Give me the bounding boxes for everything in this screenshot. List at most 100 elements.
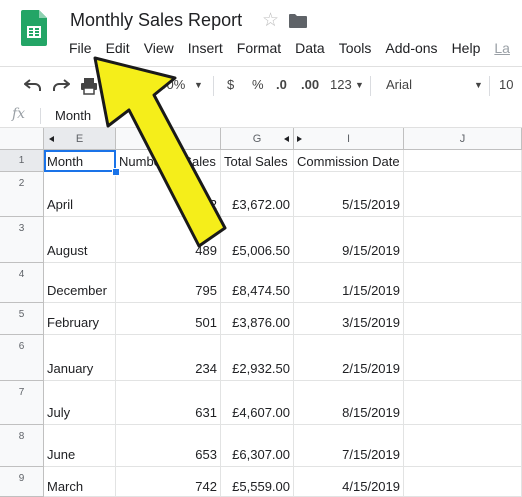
cell-i2[interactable]: 5/15/2019	[294, 172, 404, 217]
star-icon[interactable]: ☆	[262, 9, 279, 32]
document-title[interactable]: Monthly Sales Report	[70, 10, 242, 31]
cell-f8[interactable]: 653	[116, 425, 221, 467]
column-header-i[interactable]: I	[294, 128, 404, 150]
zoom-select[interactable]: 100%	[152, 67, 185, 105]
row-header-8[interactable]: 8	[0, 425, 44, 467]
formula-input[interactable]: Month	[55, 108, 91, 123]
more-formats-button[interactable]: 123	[330, 67, 352, 105]
column-header-j[interactable]: J	[404, 128, 522, 150]
column-header-f[interactable]: F	[116, 128, 221, 150]
cell-f3[interactable]: 489	[116, 217, 221, 263]
column-header-e[interactable]: E	[44, 128, 116, 150]
cell-j1[interactable]	[404, 150, 522, 172]
cell-i8[interactable]: 7/15/2019	[294, 425, 404, 467]
cell-e3[interactable]: August	[44, 217, 116, 263]
font-size-select[interactable]: 10	[499, 67, 513, 105]
select-all-corner[interactable]	[0, 128, 44, 150]
fx-icon: fx	[12, 106, 26, 122]
row-header-4[interactable]: 4	[0, 263, 44, 303]
toolbar: 100% ▼ $ % .0 .00 123 ▼ Arial ▼ 10	[0, 66, 522, 106]
cell-j2[interactable]	[404, 172, 522, 217]
cell-g4[interactable]: £8,474.50	[221, 263, 294, 303]
increase-decimals-button[interactable]: .00	[301, 67, 319, 105]
cell-f4[interactable]: 795	[116, 263, 221, 303]
undo-icon[interactable]	[24, 77, 42, 93]
more-formats-chevron-icon[interactable]: ▼	[355, 67, 364, 105]
font-chevron-icon[interactable]: ▼	[474, 67, 483, 105]
cell-g2[interactable]: £3,672.00	[221, 172, 294, 217]
cell-e4[interactable]: December	[44, 263, 116, 303]
menu-addons[interactable]: Add-ons	[378, 38, 444, 58]
font-select[interactable]: Arial	[386, 67, 412, 105]
currency-format-button[interactable]: $	[227, 67, 234, 105]
cell-e7[interactable]: July	[44, 381, 116, 425]
zoom-chevron-icon[interactable]: ▼	[194, 67, 203, 105]
cell-g7[interactable]: £4,607.00	[221, 381, 294, 425]
cell-g6[interactable]: £2,932.50	[221, 335, 294, 381]
cell-j3[interactable]	[404, 217, 522, 263]
decrease-decimals-button[interactable]: .0	[276, 67, 287, 105]
cell-j7[interactable]	[404, 381, 522, 425]
sheets-logo-icon[interactable]	[21, 10, 47, 46]
toolbar-divider	[370, 76, 371, 96]
folder-icon[interactable]	[289, 14, 307, 28]
toolbar-divider	[213, 76, 214, 96]
menu-file[interactable]: File	[62, 38, 99, 58]
cell-j9[interactable]	[404, 467, 522, 497]
row-header-1[interactable]: 1	[0, 150, 44, 172]
row-header-7[interactable]: 7	[0, 381, 44, 425]
menu-view[interactable]: View	[137, 38, 181, 58]
redo-icon[interactable]	[52, 77, 70, 93]
percent-format-button[interactable]: %	[252, 67, 264, 105]
cell-i4[interactable]: 1/15/2019	[294, 263, 404, 303]
cell-f2[interactable]: 532	[116, 172, 221, 217]
row-header-3[interactable]: 3	[0, 217, 44, 263]
menu-format[interactable]: Format	[230, 38, 288, 58]
app-header: Monthly Sales Report ☆ File Edit View Inser…	[0, 0, 522, 64]
cell-f5[interactable]: 501	[116, 303, 221, 335]
cell-e2[interactable]: April	[44, 172, 116, 217]
cell-j5[interactable]	[404, 303, 522, 335]
menu-insert[interactable]: Insert	[181, 38, 230, 58]
last-edit-link[interactable]: La	[487, 38, 517, 58]
cell-e1-month-header[interactable]: Month	[44, 150, 116, 172]
cell-f9[interactable]: 742	[116, 467, 221, 497]
row-header-6[interactable]: 6	[0, 335, 44, 381]
cell-g5[interactable]: £3,876.00	[221, 303, 294, 335]
cell-i5[interactable]: 3/15/2019	[294, 303, 404, 335]
cell-e5[interactable]: February	[44, 303, 116, 335]
menu-tools[interactable]: Tools	[332, 38, 379, 58]
cell-e9[interactable]: March	[44, 467, 116, 497]
cell-j4[interactable]	[404, 263, 522, 303]
print-icon[interactable]	[80, 77, 98, 95]
spreadsheet-grid[interactable]: E F G I J 1 2 3 4 5 6 7 8 9 Month Number…	[0, 128, 522, 497]
cell-g8[interactable]: £6,307.00	[221, 425, 294, 467]
cell-g3[interactable]: £5,006.50	[221, 217, 294, 263]
cell-i6[interactable]: 2/15/2019	[294, 335, 404, 381]
formula-bar: fx Month	[0, 105, 522, 128]
cell-i7[interactable]: 8/15/2019	[294, 381, 404, 425]
menu-edit[interactable]: Edit	[99, 38, 137, 58]
row-header-5[interactable]: 5	[0, 303, 44, 335]
cell-i1[interactable]: Commission Date	[294, 150, 404, 172]
fill-handle[interactable]	[112, 168, 120, 176]
menu-data[interactable]: Data	[288, 38, 332, 58]
cell-i3[interactable]: 9/15/2019	[294, 217, 404, 263]
cell-e8[interactable]: June	[44, 425, 116, 467]
cell-f6[interactable]: 234	[116, 335, 221, 381]
row-header-9[interactable]: 9	[0, 467, 44, 497]
cell-i9[interactable]: 4/15/2019	[294, 467, 404, 497]
cell-g1[interactable]: Total Sales	[221, 150, 294, 172]
cell-f7[interactable]: 631	[116, 381, 221, 425]
hidden-columns-left-arrow-icon[interactable]	[49, 136, 54, 142]
cell-e6[interactable]: January	[44, 335, 116, 381]
cell-g9[interactable]: £5,559.00	[221, 467, 294, 497]
cell-f1[interactable]: Number of Sales	[116, 150, 221, 172]
column-header-g[interactable]: G	[221, 128, 294, 150]
row-header-2[interactable]: 2	[0, 172, 44, 217]
menu-help[interactable]: Help	[445, 38, 488, 58]
hidden-columns-right-arrow-icon[interactable]	[297, 136, 302, 142]
hidden-columns-arrow-icon[interactable]	[284, 136, 289, 142]
cell-j6[interactable]	[404, 335, 522, 381]
cell-j8[interactable]	[404, 425, 522, 467]
